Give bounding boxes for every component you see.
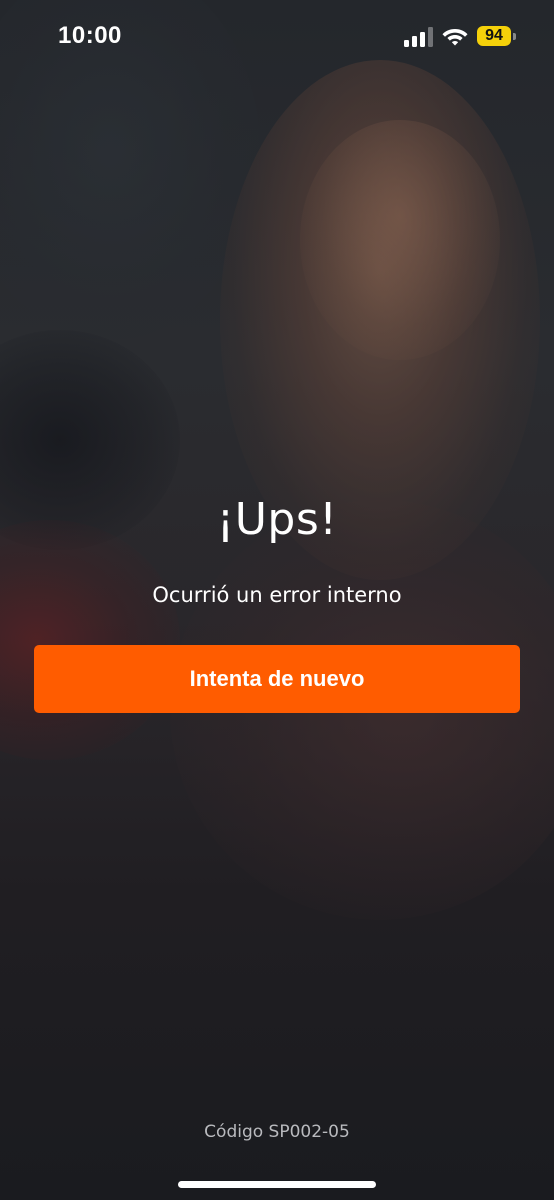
error-screen: 10:00 94 ¡Ups! Ocurrió un error interno … bbox=[0, 0, 554, 1200]
wifi-icon bbox=[442, 29, 468, 46]
error-message: Ocurrió un error interno bbox=[152, 583, 402, 607]
battery-icon: 94 bbox=[477, 26, 519, 48]
status-bar: 10:00 94 bbox=[0, 0, 554, 74]
battery-cap bbox=[513, 33, 516, 40]
error-code: Código SP002-05 bbox=[204, 1122, 350, 1142]
error-title: ¡Ups! bbox=[216, 494, 338, 545]
status-time: 10:00 bbox=[58, 22, 122, 49]
battery-level: 94 bbox=[485, 27, 503, 44]
retry-button[interactable]: Intenta de nuevo bbox=[34, 645, 520, 713]
cellular-signal-icon bbox=[404, 27, 433, 47]
home-indicator[interactable] bbox=[178, 1181, 376, 1188]
